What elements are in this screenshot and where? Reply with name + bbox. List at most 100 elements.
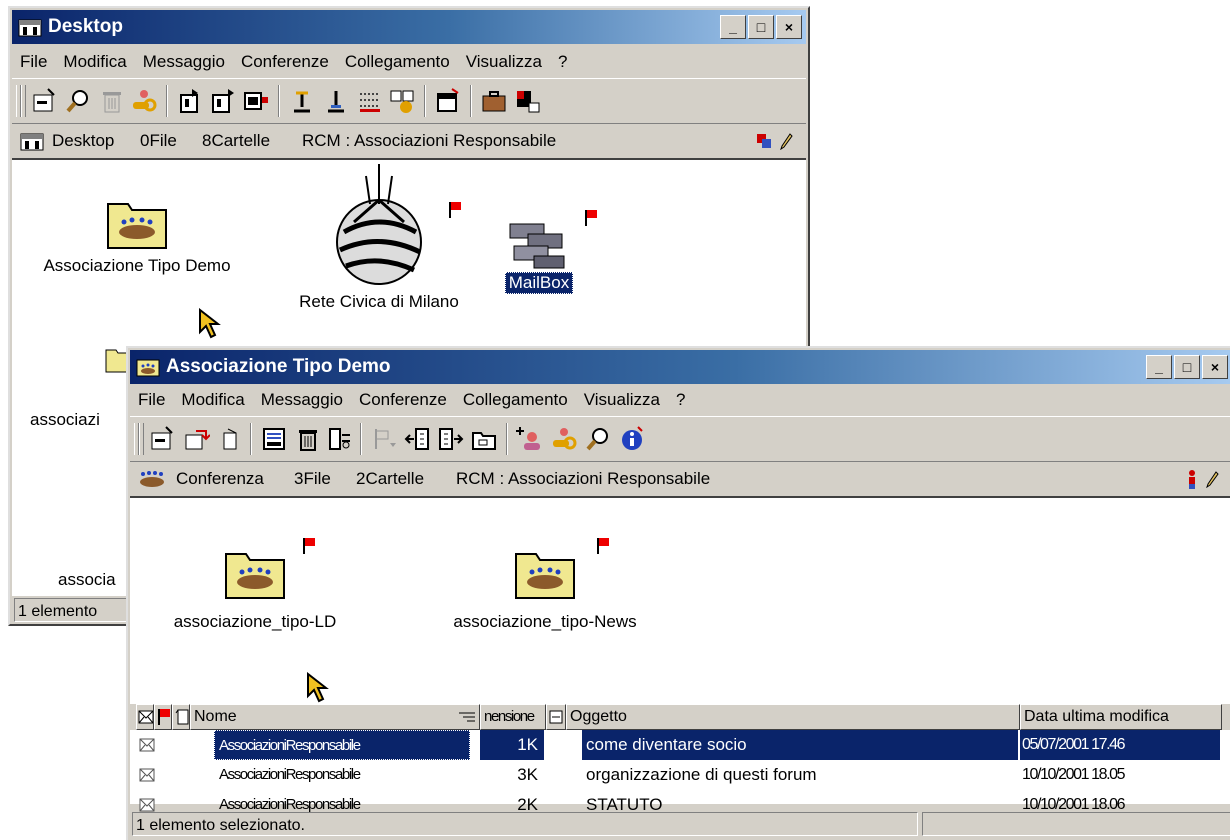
minimize-button[interactable]: _	[1146, 355, 1172, 379]
windows-icon[interactable]	[756, 133, 772, 149]
menu-file[interactable]: File	[12, 46, 55, 78]
maximize-button[interactable]: □	[1174, 355, 1200, 379]
row-subject: come diventare socio	[582, 730, 1018, 760]
folder-label: associazione_tipo-LD	[173, 612, 337, 631]
toolbar-grip[interactable]	[139, 423, 144, 455]
menu-visualizza[interactable]: Visualizza	[576, 384, 668, 416]
conference-icon	[140, 471, 164, 487]
delete-icon[interactable]	[294, 425, 322, 453]
desktop-infobar: Desktop 0File 8Cartelle RCM : Associazio…	[12, 124, 806, 160]
menu-collegamento[interactable]: Collegamento	[455, 384, 576, 416]
pencil-icon[interactable]	[1204, 470, 1220, 488]
info-icon[interactable]	[618, 425, 646, 453]
row-subject: organizzazione di questi forum	[586, 765, 817, 784]
info-folders: 8Cartelle	[202, 131, 271, 150]
disconnect-icon[interactable]	[322, 87, 350, 115]
menu-messaggio[interactable]: Messaggio	[135, 46, 233, 78]
folder-item[interactable]: associazione_tipo-News	[420, 542, 670, 632]
menu-messaggio[interactable]: Messaggio	[253, 384, 351, 416]
row-date: 05/07/2001 17.46	[1020, 730, 1220, 760]
users-key-icon[interactable]	[130, 87, 158, 115]
add-user-icon[interactable]	[516, 425, 544, 453]
subject-column-header[interactable]: Oggetto	[566, 704, 1020, 730]
menu-help[interactable]: ?	[668, 384, 693, 416]
conference-titlebar[interactable]: Associazione Tipo Demo _ □ ×	[130, 350, 1230, 384]
status-pane: 1 elemento selezionato.	[132, 812, 918, 836]
table-row[interactable]: AssociazioniResponsabile 1K come diventa…	[130, 730, 1230, 760]
minimize-button[interactable]: _	[720, 15, 746, 39]
menu-file[interactable]: File	[130, 384, 173, 416]
conference-window: Associazione Tipo Demo _ □ × File Modifica M…	[126, 346, 1230, 840]
person-icon[interactable]	[1186, 469, 1198, 489]
red-flag-icon	[158, 709, 170, 725]
network-item[interactable]: Rete Civica di Milano	[274, 162, 484, 322]
previous-icon[interactable]	[404, 425, 432, 453]
partial-folder-label: associa	[58, 570, 116, 589]
size-column-label: nensione	[484, 708, 535, 725]
table-row[interactable]: AssociazioniResponsabile 2K STATUTO 10/1…	[130, 790, 1230, 814]
mailbox-item[interactable]: MailBox	[484, 218, 594, 294]
conference-window-icon[interactable]	[242, 87, 270, 115]
conference-folder-icon	[515, 553, 575, 599]
briefcase-icon[interactable]	[480, 87, 508, 115]
delete-icon[interactable]	[98, 87, 126, 115]
row-name: AssociazioniResponsabile	[219, 766, 361, 783]
pencil-icon[interactable]	[778, 132, 794, 150]
globe-tower-icon	[336, 164, 422, 285]
new-message-icon[interactable]	[30, 87, 58, 115]
name-column-header[interactable]: Nome	[190, 704, 480, 730]
menu-collegamento[interactable]: Collegamento	[337, 46, 458, 78]
table-row[interactable]: AssociazioniResponsabile 3K organizzazio…	[130, 760, 1230, 790]
conference-content: associazione_tipo-LD associazione_tipo-N…	[130, 498, 1230, 814]
info-files: 3File	[294, 469, 331, 488]
calendar-icon[interactable]	[434, 87, 462, 115]
red-flag-icon	[303, 538, 315, 554]
flag-disabled-icon[interactable]	[370, 425, 398, 453]
menu-modifica[interactable]: Modifica	[173, 384, 252, 416]
close-button[interactable]: ×	[776, 15, 802, 39]
folder-item[interactable]: associazione_tipo-LD	[140, 542, 370, 632]
size-column-header[interactable]: nensione	[480, 704, 546, 730]
status-pane-secondary	[922, 812, 1230, 836]
folder-label: associazione_tipo-News	[453, 612, 637, 631]
users-key-icon[interactable]	[550, 425, 578, 453]
folder-item[interactable]: Associazione Tipo Demo	[22, 192, 252, 276]
page-column-header[interactable]	[172, 704, 190, 730]
connect-icon[interactable]	[288, 87, 316, 115]
mailbox-label: MailBox	[504, 272, 574, 294]
next-icon[interactable]	[436, 425, 464, 453]
toolbar-grip[interactable]	[21, 85, 26, 117]
menu-conferenze[interactable]: Conferenze	[351, 384, 455, 416]
search-icon[interactable]	[64, 87, 92, 115]
maximize-button[interactable]: □	[748, 15, 774, 39]
flag-column-header[interactable]	[154, 704, 172, 730]
menu-conferenze[interactable]: Conferenze	[233, 46, 337, 78]
info-rcm: RCM : Associazioni Responsabile	[456, 469, 711, 488]
exit-folder-icon[interactable]	[208, 87, 236, 115]
expand-column-header[interactable]	[546, 704, 566, 730]
conference-menubar: File Modifica Messaggio Conferenze Collegame…	[130, 384, 1230, 416]
users-list-icon[interactable]	[356, 87, 384, 115]
desktop-titlebar[interactable]: Desktop _ □ ×	[12, 10, 806, 44]
participants-icon[interactable]	[388, 87, 416, 115]
name-column-label: Nome	[194, 708, 237, 725]
list-header: Nome nensione Oggetto Data ultima modifi…	[130, 704, 1230, 730]
reply-icon[interactable]	[182, 425, 210, 453]
enter-folder-icon[interactable]	[176, 87, 204, 115]
search-icon[interactable]	[584, 425, 612, 453]
menu-help[interactable]: ?	[550, 46, 575, 78]
new-message-icon[interactable]	[148, 425, 176, 453]
desktop-toolbar	[12, 78, 806, 124]
page-icon[interactable]	[216, 425, 244, 453]
date-column-header[interactable]: Data ultima modifica	[1020, 704, 1222, 730]
mail-column-header[interactable]	[136, 704, 154, 730]
properties-icon[interactable]	[326, 425, 354, 453]
folder-up-icon[interactable]	[470, 425, 498, 453]
mail-exit-icon[interactable]	[514, 87, 542, 115]
envelope-icon	[138, 710, 153, 724]
menu-modifica[interactable]: Modifica	[55, 46, 134, 78]
mailbox-icon	[509, 223, 565, 269]
menu-visualizza[interactable]: Visualizza	[458, 46, 550, 78]
message-list-icon[interactable]	[260, 425, 288, 453]
close-button[interactable]: ×	[1202, 355, 1228, 379]
